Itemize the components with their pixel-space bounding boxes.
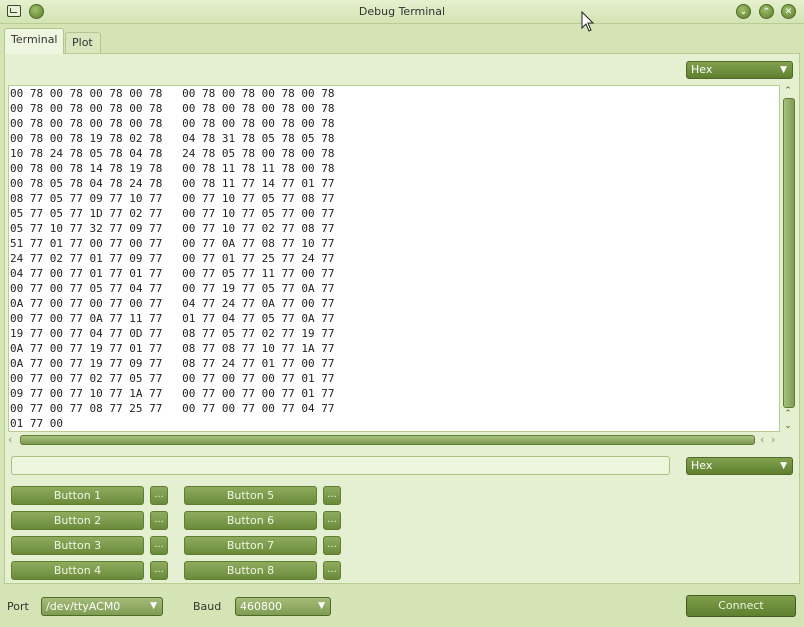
button-5[interactable]: Button 5: [184, 486, 317, 505]
minimize-button[interactable]: ⌄: [736, 4, 751, 19]
scroll-left-icon[interactable]: ‹: [8, 433, 12, 446]
minimize-icon: ⌄: [739, 7, 748, 17]
button-7[interactable]: Button 7: [184, 536, 317, 555]
button-2[interactable]: Button 2: [11, 511, 144, 530]
button-1[interactable]: Button 1: [11, 486, 144, 505]
vertical-scroll-thumb[interactable]: [783, 98, 795, 408]
button-6-settings[interactable]: ...: [323, 511, 341, 530]
send-format-select[interactable]: Hex ▼: [686, 457, 793, 475]
scroll-up-icon[interactable]: ⌃: [781, 408, 795, 420]
scroll-down-icon[interactable]: ⌄: [781, 420, 795, 432]
baud-value: 460800: [240, 600, 282, 613]
mouse-cursor-icon: [581, 11, 595, 32]
port-select[interactable]: /dev/ttyACM0 ▼: [41, 597, 163, 616]
close-icon: ✕: [784, 7, 793, 17]
button-7-settings[interactable]: ...: [323, 536, 341, 555]
view-format-value: Hex: [691, 63, 713, 76]
terminal-output[interactable]: 00 78 00 78 00 78 00 78 00 78 00 78 00 7…: [8, 85, 780, 432]
button-6[interactable]: Button 6: [184, 511, 317, 530]
button-8[interactable]: Button 8: [184, 561, 317, 580]
maximize-icon: ⌃: [762, 7, 771, 17]
baud-select[interactable]: 460800 ▼: [235, 597, 331, 616]
horizontal-scroll-thumb[interactable]: [20, 435, 755, 445]
button-5-settings[interactable]: ...: [323, 486, 341, 505]
send-input[interactable]: [11, 456, 670, 475]
terminal-output-text: 00 78 00 78 00 78 00 78 00 78 00 78 00 7…: [10, 87, 335, 430]
scroll-right-icon[interactable]: ›: [771, 433, 775, 446]
scroll-left-icon[interactable]: ‹: [760, 433, 764, 446]
view-format-select[interactable]: Hex ▼: [686, 61, 793, 79]
port-label: Port: [7, 600, 29, 613]
window-title: Debug Terminal: [358, 5, 446, 18]
tab-terminal[interactable]: Terminal: [4, 28, 64, 54]
button-4-settings[interactable]: ...: [150, 561, 168, 580]
connect-button[interactable]: Connect: [686, 595, 796, 617]
button-3-settings[interactable]: ...: [150, 536, 168, 555]
tab-plot[interactable]: Plot: [65, 32, 101, 54]
baud-label: Baud: [193, 600, 222, 613]
button-4[interactable]: Button 4: [11, 561, 144, 580]
maximize-button[interactable]: ⌃: [759, 4, 774, 19]
button-8-settings[interactable]: ...: [323, 561, 341, 580]
close-button[interactable]: ✕: [781, 4, 796, 19]
scroll-up-icon[interactable]: ⌃: [781, 85, 795, 97]
button-3[interactable]: Button 3: [11, 536, 144, 555]
chevron-down-icon: ▼: [780, 65, 787, 75]
chevron-down-icon: ▼: [780, 461, 787, 471]
chevron-down-icon: ▼: [150, 601, 157, 611]
port-value: /dev/ttyACM0: [46, 600, 121, 613]
send-format-value: Hex: [691, 459, 713, 472]
chevron-down-icon: ▼: [318, 601, 325, 611]
button-1-settings[interactable]: ...: [150, 486, 168, 505]
button-2-settings[interactable]: ...: [150, 511, 168, 530]
